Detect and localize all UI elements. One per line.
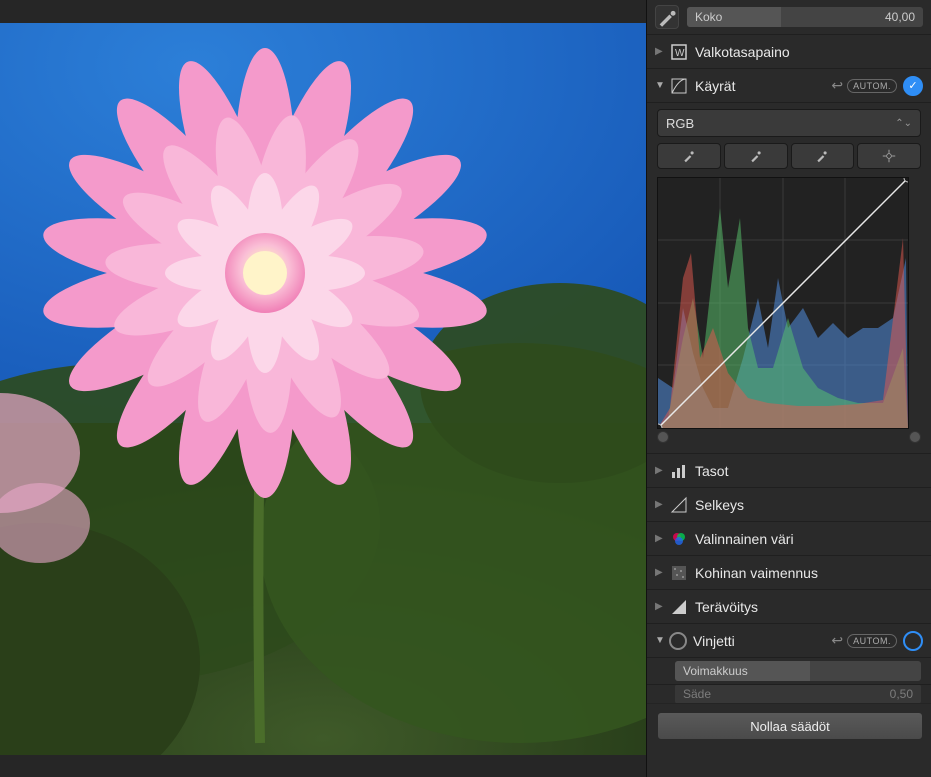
vignette-label: Vinjetti xyxy=(693,633,831,649)
vignette-radius-slider[interactable]: Säde 0,50 xyxy=(675,685,921,704)
section-selective-color[interactable]: ▶ Valinnainen väri xyxy=(647,522,931,556)
white-balance-icon: W xyxy=(669,42,689,62)
image-preview[interactable] xyxy=(0,0,646,777)
curves-label: Käyrät xyxy=(695,78,831,94)
section-sharpen[interactable]: ▶ Terävöitys xyxy=(647,590,931,624)
vignette-enabled-toggle[interactable]: ✓ xyxy=(903,631,923,651)
size-label: Koko xyxy=(695,10,722,24)
add-point-button[interactable] xyxy=(857,143,921,169)
section-noise-reduction[interactable]: ▶ Kohinan vaimennus xyxy=(647,556,931,590)
chevron-down-icon: ▼ xyxy=(655,635,665,646)
section-definition[interactable]: ▶ Selkeys xyxy=(647,488,931,522)
sharpen-icon xyxy=(669,597,689,617)
selective-color-icon xyxy=(669,529,689,549)
curves-tools xyxy=(657,143,921,169)
undo-icon[interactable]: ↩ xyxy=(831,632,843,649)
curves-histogram[interactable] xyxy=(657,177,909,429)
adjustments-sidebar: Koko 40,00 ▶ W Valkotasapaino ▼ Käyrät ↩… xyxy=(646,0,931,777)
footer: Nollaa säädöt xyxy=(647,704,931,748)
reset-label: Nollaa säädöt xyxy=(750,719,830,734)
size-slider[interactable]: Koko 40,00 xyxy=(687,7,923,27)
levels-label: Tasot xyxy=(695,463,923,479)
eyedropper-white-button[interactable] xyxy=(791,143,855,169)
chevron-right-icon: ▶ xyxy=(655,499,665,510)
svg-text:W: W xyxy=(675,48,685,59)
selective-color-label: Valinnainen väri xyxy=(695,531,923,547)
vignette-intensity-label: Voimakkuus xyxy=(683,664,748,678)
size-value: 40,00 xyxy=(885,10,915,24)
vignette-icon xyxy=(669,632,687,650)
chevron-down-icon: ▼ xyxy=(655,80,665,91)
auto-button-vignette[interactable]: AUTOM. xyxy=(847,634,897,648)
vignette-radius-label: Säde xyxy=(683,687,711,701)
undo-icon[interactable]: ↩ xyxy=(831,77,843,94)
vignette-intensity-row: Voimakkuus xyxy=(647,658,931,685)
retouch-brush-icon[interactable] xyxy=(655,5,679,29)
chevron-right-icon: ▶ xyxy=(655,567,665,578)
size-row: Koko 40,00 xyxy=(647,0,931,35)
sharpen-label: Terävöitys xyxy=(695,599,923,615)
eyedropper-gray-button[interactable] xyxy=(724,143,788,169)
curves-icon xyxy=(669,76,689,96)
chevron-right-icon: ▶ xyxy=(655,601,665,612)
chevron-up-down-icon: ⌃⌄ xyxy=(895,118,912,129)
app-frame: Koko 40,00 ▶ W Valkotasapaino ▼ Käyrät ↩… xyxy=(0,0,931,777)
noise-reduction-icon xyxy=(669,563,689,583)
curves-body: RGB ⌃⌄ xyxy=(647,103,931,454)
black-point-handle[interactable] xyxy=(657,431,669,443)
reset-adjustments-button[interactable]: Nollaa säädöt xyxy=(657,712,923,740)
vignette-radius-value: 0,50 xyxy=(890,687,913,701)
chevron-right-icon: ▶ xyxy=(655,465,665,476)
vignette-radius-row: Säde 0,50 xyxy=(647,685,931,704)
eyedropper-black-button[interactable] xyxy=(657,143,721,169)
section-vignette[interactable]: ▼ Vinjetti ↩ AUTOM. ✓ xyxy=(647,624,931,658)
curves-enabled-toggle[interactable]: ✓ xyxy=(903,76,923,96)
noise-reduction-label: Kohinan vaimennus xyxy=(695,565,923,581)
definition-icon xyxy=(669,495,689,515)
section-levels[interactable]: ▶ Tasot xyxy=(647,454,931,488)
channel-value: RGB xyxy=(666,116,694,131)
auto-button-curves[interactable]: AUTOM. xyxy=(847,79,897,93)
vignette-intensity-slider[interactable]: Voimakkuus xyxy=(675,661,921,681)
levels-icon xyxy=(669,461,689,481)
white-point-handle[interactable] xyxy=(909,431,921,443)
channel-select[interactable]: RGB ⌃⌄ xyxy=(657,109,921,137)
preview-canvas xyxy=(0,23,646,755)
section-white-balance[interactable]: ▶ W Valkotasapaino xyxy=(647,35,931,69)
chevron-right-icon: ▶ xyxy=(655,533,665,544)
chevron-right-icon: ▶ xyxy=(655,46,665,57)
white-balance-label: Valkotasapaino xyxy=(695,44,923,60)
histogram-handles xyxy=(657,431,921,443)
section-curves[interactable]: ▼ Käyrät ↩ AUTOM. ✓ xyxy=(647,69,931,103)
definition-label: Selkeys xyxy=(695,497,923,513)
